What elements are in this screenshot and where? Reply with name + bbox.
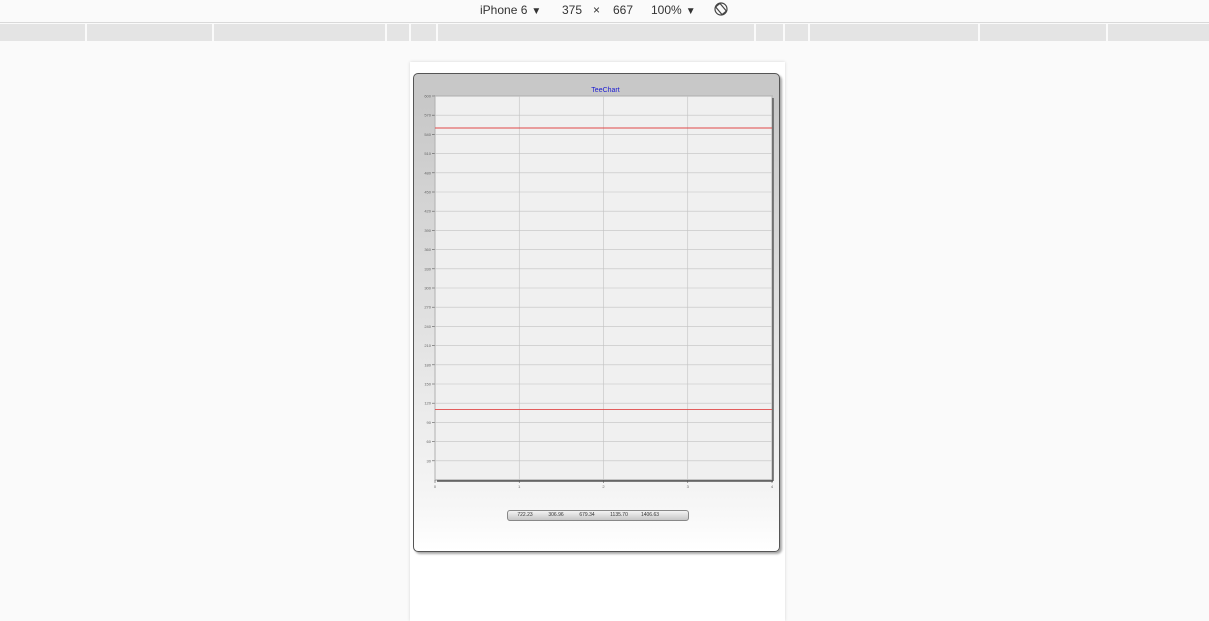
y-tick-label: 240	[424, 324, 431, 329]
y-tick-label: 330	[424, 266, 431, 271]
range-label: 1406.63	[640, 512, 660, 518]
y-tick-label: 90	[427, 420, 432, 425]
chart[interactable]: 3060901201501802102402703003303603904204…	[414, 74, 779, 551]
ruler-divider	[436, 24, 438, 41]
ruler-divider	[385, 24, 387, 41]
y-tick-label: 600	[424, 94, 431, 99]
ruler-divider	[783, 24, 785, 41]
range-slider[interactable]: 722.23 306.96 679.34 1135.70 1406.63	[507, 510, 689, 521]
x-tick-label: 4	[771, 484, 774, 489]
chevron-down-icon: ▼	[531, 6, 542, 17]
y-tick-label: 420	[424, 209, 431, 214]
chart-title: TeeChart	[591, 87, 619, 94]
x-tick-label: 3	[687, 484, 690, 489]
times-icon: ×	[593, 3, 601, 17]
device-select[interactable]: iPhone 6 ▼	[480, 2, 541, 20]
ruler-divider	[808, 24, 810, 41]
ruler-divider	[1106, 24, 1108, 41]
chart-panel: 30 60 90 120 150 180 210 240 270 300 330 360 390 420 4…	[413, 73, 780, 552]
y-tick-label: 450	[424, 190, 431, 195]
range-label: 1135.70	[610, 512, 628, 518]
x-tick-label: 0	[434, 484, 437, 489]
media-query-ruler[interactable]	[0, 24, 1209, 41]
y-tick-label: 570	[424, 113, 431, 118]
ruler-divider	[85, 24, 87, 41]
height-input[interactable]: 667	[613, 2, 633, 18]
range-label: 679.34	[579, 512, 595, 518]
y-tick-label: 270	[424, 305, 431, 310]
y-tick-label: 510	[424, 151, 431, 156]
range-label: 722.23	[517, 512, 533, 518]
y-tick-label: 60	[427, 439, 432, 444]
chevron-down-icon: ▼	[685, 6, 696, 17]
device-toolbar: iPhone 6 ▼ 375 × 667 100% ▼	[0, 0, 1209, 23]
ruler-divider	[978, 24, 980, 41]
y-tick-label: 150	[424, 382, 431, 387]
zoom-value: 100%	[651, 3, 682, 17]
y-tick-label: 390	[424, 228, 431, 233]
x-tick-label: 2	[602, 484, 605, 489]
range-label: 306.96	[548, 512, 564, 518]
y-tick-label: 360	[424, 247, 431, 252]
width-input[interactable]: 375	[562, 2, 582, 18]
y-tick-label: 540	[424, 132, 431, 137]
y-tick-label: 480	[424, 170, 431, 175]
y-tick-label: 300	[424, 286, 431, 291]
y-tick-label: 210	[424, 343, 431, 348]
ruler-divider	[754, 24, 756, 41]
y-tick-label: 120	[424, 401, 431, 406]
device-viewport: 30 60 90 120 150 180 210 240 270 300 330 360 390 420 4…	[410, 62, 785, 621]
ruler-divider	[212, 24, 214, 41]
y-tick-label: 180	[424, 362, 431, 367]
rotate-icon[interactable]	[713, 1, 729, 17]
device-name: iPhone 6	[480, 3, 528, 17]
x-tick-label: 1	[518, 484, 521, 489]
zoom-select[interactable]: 100% ▼	[651, 2, 696, 20]
y-tick-label: 30	[427, 458, 432, 463]
ruler-divider	[409, 24, 411, 41]
